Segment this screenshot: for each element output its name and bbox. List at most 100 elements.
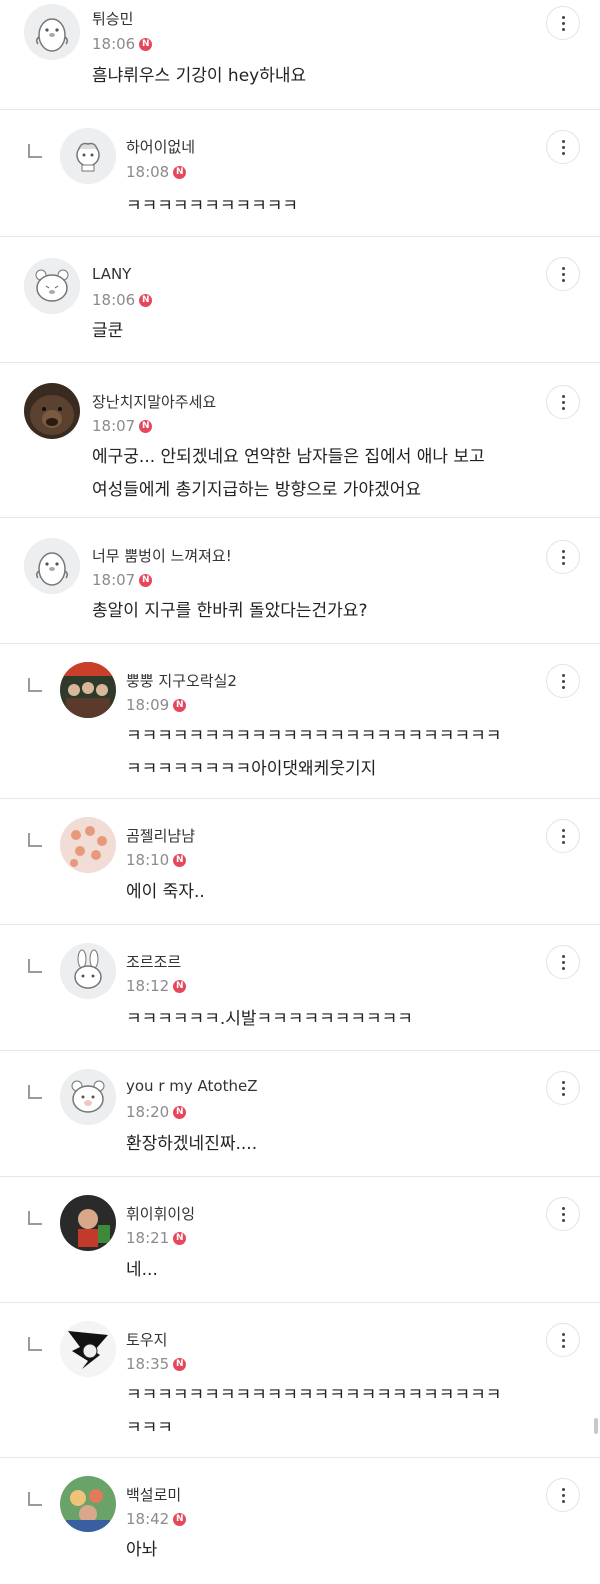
comment-line: 글쿤 [92, 321, 124, 341]
comment-author[interactable]: 튀승민 [92, 8, 133, 29]
rabbit-avatar-icon[interactable] [60, 943, 116, 999]
comment-author[interactable]: 곰젤리냠냠 [126, 825, 195, 846]
comment-item: 뿡뿡 지구오락실2 18:09 N ㅋㅋㅋㅋㅋㅋㅋㅋㅋㅋㅋㅋㅋㅋㅋㅋㅋㅋㅋㅋㅋㅋㅋ… [0, 644, 600, 799]
new-badge-icon: N [173, 979, 187, 993]
bear-avatar-icon[interactable] [24, 258, 80, 314]
reply-arrow-icon [28, 1337, 42, 1351]
comment-line: ㅋㅋㅋ [126, 1418, 173, 1438]
comment-time: 18:10 N [126, 851, 187, 869]
comment-line: 흠냐뤼우스 기강이 hey하내요 [92, 66, 307, 86]
time-text: 18:21 [126, 1229, 170, 1247]
new-badge-icon: N [173, 165, 187, 179]
comment-text: 에구궁... 안되겠네요 연약한 남자들은 집에서 애나 보고 여성들에게 총기… [92, 441, 485, 507]
gummy-photo-avatar[interactable] [60, 817, 116, 873]
reply-arrow-icon [28, 1492, 42, 1506]
comment-author[interactable]: 장난치지말아주세요 [92, 391, 216, 412]
comment-time: 18:07 N [92, 417, 153, 435]
comment-time: 18:08 N [126, 163, 187, 181]
comment-time: 18:09 N [126, 696, 187, 714]
comment-author[interactable]: LANY [92, 265, 131, 283]
comment-text: 환장하겠네진짜.... [126, 1128, 257, 1161]
penguin-avatar-icon[interactable] [24, 4, 80, 60]
comment-author[interactable]: 토우지 [126, 1329, 167, 1350]
more-options-button[interactable] [546, 385, 580, 419]
time-text: 18:20 [126, 1103, 170, 1121]
comment-line: 네... [126, 1260, 158, 1280]
penguin-avatar-icon[interactable] [24, 538, 80, 594]
comment-text: ㅋㅋㅋㅋㅋㅋㅋㅋㅋㅋㅋㅋㅋㅋㅋㅋㅋㅋㅋㅋㅋㅋㅋㅋ ㅋㅋㅋㅋㅋㅋㅋㅋ아이댓왜케웃기… [126, 720, 501, 786]
comment-author[interactable]: 뿡뿡 지구오락실2 [126, 670, 237, 691]
new-badge-icon: N [139, 419, 153, 433]
comment-time: 18:12 N [126, 977, 187, 995]
more-options-button[interactable] [546, 1323, 580, 1357]
comment-item: 장난치지말아주세요 18:07 N 에구궁... 안되겠네요 연약한 남자들은 집… [0, 363, 600, 518]
reply-arrow-icon [28, 1211, 42, 1225]
reply-arrow-icon [28, 959, 42, 973]
comment-text: ㅋㅋㅋㅋㅋㅋㅋㅋㅋㅋㅋ [126, 190, 298, 223]
comment-author[interactable]: 하어이없네 [126, 136, 195, 157]
comment-text: ㅋㅋㅋㅋㅋㅋ.시발ㅋㅋㅋㅋㅋㅋㅋㅋㅋㅋ [126, 1003, 413, 1036]
new-badge-icon: N [173, 1512, 187, 1526]
scrollbar[interactable] [594, 1418, 598, 1434]
time-text: 18:09 [126, 696, 170, 714]
more-options-button[interactable] [546, 945, 580, 979]
comment-text: 네... [126, 1254, 158, 1287]
more-options-button[interactable] [546, 540, 580, 574]
comment-time: 18:42 N [126, 1510, 187, 1528]
comment-line: 여성들에게 총기지급하는 방향으로 가야겠어요 [92, 480, 422, 500]
more-options-button[interactable] [546, 1071, 580, 1105]
comment-item: 튀승민 18:06 N 흠냐뤼우스 기강이 hey하내요 [0, 0, 600, 110]
comment-time: 18:06 N [92, 35, 153, 53]
reply-arrow-icon [28, 678, 42, 692]
more-options-button[interactable] [546, 819, 580, 853]
comment-line: 에구궁... 안되겠네요 연약한 남자들은 집에서 애나 보고 [92, 447, 485, 467]
comment-time: 18:06 N [92, 291, 153, 309]
new-badge-icon: N [139, 37, 153, 51]
comment-item: 백설로미 18:42 N 아놔 [0, 1458, 600, 1568]
comment-time: 18:07 N [92, 571, 153, 589]
sheep-avatar-icon[interactable] [60, 128, 116, 184]
time-text: 18:08 [126, 163, 170, 181]
more-options-button[interactable] [546, 257, 580, 291]
more-options-button[interactable] [546, 1197, 580, 1231]
colorful-photo-avatar[interactable] [60, 1476, 116, 1532]
comment-line: 총알이 지구를 한바퀴 돌았다는건가요? [92, 601, 368, 621]
more-options-button[interactable] [546, 1478, 580, 1512]
more-options-button[interactable] [546, 664, 580, 698]
new-badge-icon: N [173, 853, 187, 867]
time-text: 18:06 [92, 35, 136, 53]
comment-time: 18:35 N [126, 1355, 187, 1373]
character-photo-avatar[interactable] [60, 1195, 116, 1251]
reply-arrow-icon [28, 144, 42, 158]
comment-line: 에이 죽자.. [126, 882, 205, 902]
more-options-button[interactable] [546, 6, 580, 40]
comment-author[interactable]: 조르조르 [126, 951, 181, 972]
comment-author[interactable]: you r my AtotheZ [126, 1077, 257, 1095]
comment-item: LANY 18:06 N 글쿤 [0, 237, 600, 363]
comment-item: 너무 뿜벙이 느껴져요! 18:07 N 총알이 지구를 한바퀴 돌았다는건가요? [0, 518, 600, 644]
new-badge-icon: N [173, 698, 187, 712]
comment-item: 토우지 18:35 N ㅋㅋㅋㅋㅋㅋㅋㅋㅋㅋㅋㅋㅋㅋㅋㅋㅋㅋㅋㅋㅋㅋㅋㅋ ㅋㅋㅋ [0, 1303, 600, 1458]
time-text: 18:35 [126, 1355, 170, 1373]
manga-photo-avatar[interactable] [60, 1321, 116, 1377]
time-text: 18:12 [126, 977, 170, 995]
comment-author[interactable]: 휘이휘이잉 [126, 1203, 195, 1224]
comment-author[interactable]: 너무 뿜벙이 느껴져요! [92, 545, 232, 566]
new-badge-icon: N [139, 293, 153, 307]
comment-item: 조르조르 18:12 N ㅋㅋㅋㅋㅋㅋ.시발ㅋㅋㅋㅋㅋㅋㅋㅋㅋㅋ [0, 925, 600, 1051]
comment-item: 휘이휘이잉 18:21 N 네... [0, 1177, 600, 1303]
comment-author[interactable]: 백설로미 [126, 1484, 181, 1505]
time-text: 18:07 [92, 417, 136, 435]
bear-avatar-icon[interactable] [60, 1069, 116, 1125]
comment-text: 아놔 [126, 1534, 157, 1567]
comment-line: ㅋㅋㅋㅋㅋㅋㅋㅋ아이댓왜케웃기지 [126, 759, 377, 779]
comment-item: you r my AtotheZ 18:20 N 환장하겠네진짜.... [0, 1051, 600, 1177]
comment-text: 글쿤 [92, 315, 123, 348]
more-options-button[interactable] [546, 130, 580, 164]
comment-text: 총알이 지구를 한바퀴 돌았다는건가요? [92, 595, 367, 628]
comment-line: 환장하겠네진짜.... [126, 1134, 258, 1154]
grizzly-photo-avatar[interactable] [24, 383, 80, 439]
time-text: 18:42 [126, 1510, 170, 1528]
comment-text: 에이 죽자.. [126, 876, 205, 909]
group-photo-avatar[interactable] [60, 662, 116, 718]
